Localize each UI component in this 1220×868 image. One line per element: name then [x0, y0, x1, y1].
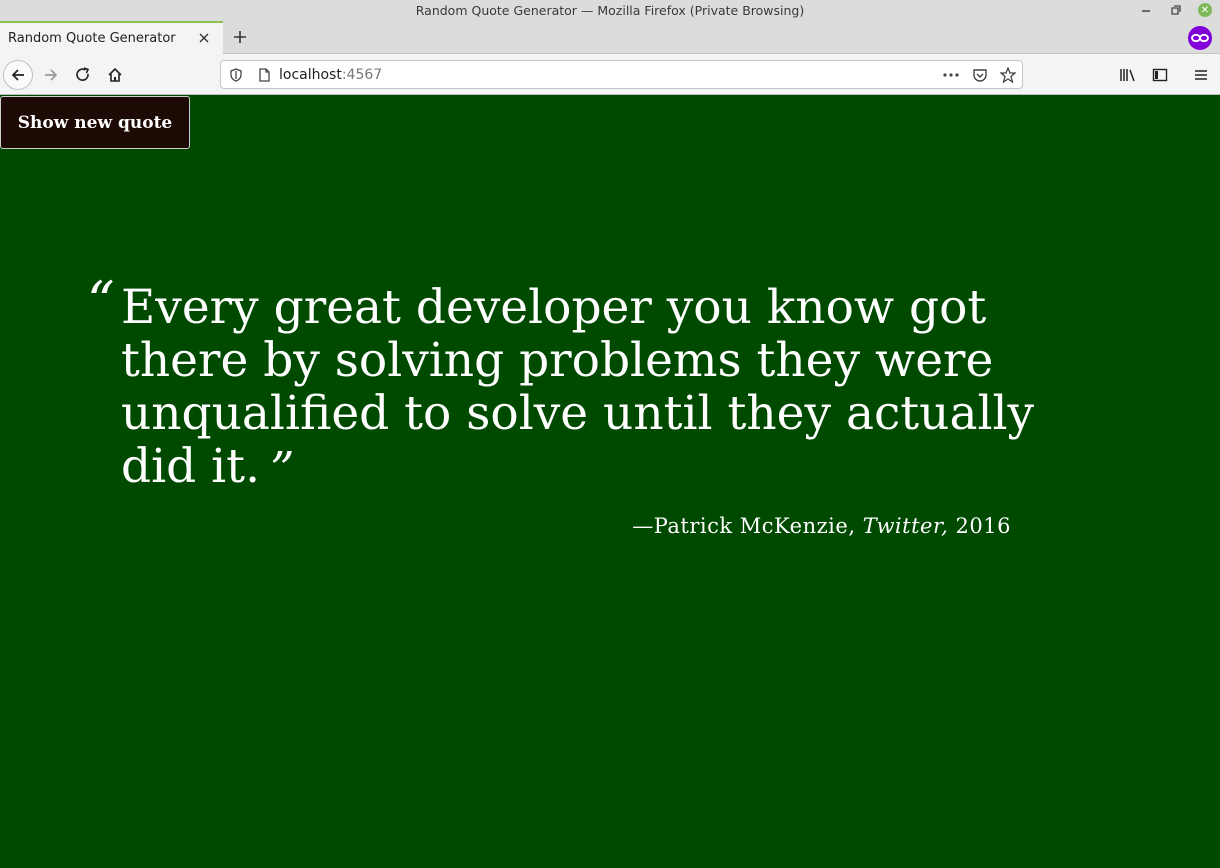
url-port: :4567 — [341, 67, 383, 83]
sidebar-button[interactable] — [1145, 60, 1175, 90]
navigation-toolbar: localhost:4567 — [0, 54, 1220, 95]
open-menu-button[interactable] — [1186, 60, 1216, 90]
sidebar-icon — [1152, 68, 1168, 82]
private-browsing-icon — [1188, 26, 1212, 50]
url-bar[interactable]: localhost:4567 — [220, 60, 1023, 89]
close-quote-mark: ” — [270, 442, 295, 498]
url-text: localhost:4567 — [279, 67, 382, 83]
page-actions-icon[interactable] — [943, 67, 959, 83]
quote-author: —Patrick McKenzie, — [632, 514, 856, 538]
quote-source: Twitter, — [862, 514, 949, 538]
close-tab-icon[interactable] — [195, 29, 213, 47]
hamburger-menu-icon — [1195, 70, 1207, 80]
quote-attribution: —Patrick McKenzie, Twitter, 2016 — [632, 514, 1011, 538]
reload-icon — [76, 67, 90, 81]
page-info-icon[interactable] — [256, 67, 272, 83]
library-button[interactable] — [1113, 60, 1143, 90]
tab-label: Random Quote Generator — [8, 31, 176, 46]
quote-block: “ Every great developer you know got the… — [87, 275, 1067, 497]
forward-arrow-icon — [45, 69, 58, 81]
open-quote-mark: “ — [87, 270, 115, 333]
quote-year: 2016 — [955, 514, 1011, 538]
window-title: Random Quote Generator — Mozilla Firefox… — [415, 3, 805, 18]
tab-random-quote-generator[interactable]: Random Quote Generator — [0, 21, 223, 54]
back-arrow-icon — [11, 69, 24, 81]
pocket-icon[interactable] — [972, 67, 988, 83]
window-titlebar: Random Quote Generator — Mozilla Firefox… — [0, 0, 1220, 21]
home-icon — [108, 67, 122, 82]
show-new-quote-button[interactable]: Show new quote — [0, 96, 190, 149]
tab-strip: Random Quote Generator — [0, 21, 1220, 54]
forward-button[interactable] — [36, 60, 66, 90]
quote-text: Every great developer you know got there… — [121, 280, 1035, 494]
home-button[interactable] — [100, 60, 130, 90]
quote-text-container: Every great developer you know got there… — [121, 280, 1067, 497]
library-icon — [1120, 69, 1135, 82]
page-content: Show new quote “ Every great developer y… — [0, 95, 1220, 868]
url-host: localhost — [279, 67, 342, 83]
bookmark-star-icon[interactable] — [1000, 67, 1016, 83]
window-controls: ✕ — [1138, 2, 1212, 18]
new-tab-icon[interactable] — [229, 26, 251, 48]
reload-button[interactable] — [68, 60, 98, 90]
tracking-protection-shield-icon[interactable] — [228, 67, 244, 83]
close-window-icon[interactable]: ✕ — [1198, 3, 1212, 17]
back-button[interactable] — [3, 60, 33, 90]
minimize-icon[interactable] — [1138, 2, 1154, 18]
maximize-icon[interactable] — [1168, 2, 1184, 18]
